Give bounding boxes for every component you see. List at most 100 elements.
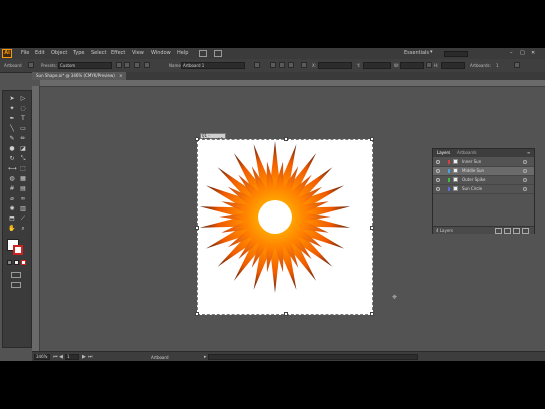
resize-handle-br[interactable]: [370, 312, 374, 316]
gradient-mode-icon[interactable]: [14, 260, 19, 265]
h-field[interactable]: [441, 62, 465, 69]
resize-handle-bottom[interactable]: [284, 312, 288, 316]
menu-effect[interactable]: Effect: [111, 49, 125, 58]
gradient-tool-icon[interactable]: ▤: [19, 185, 27, 192]
zoom-select[interactable]: 346%: [34, 354, 50, 360]
new-layer-icon[interactable]: [513, 228, 520, 234]
resize-handle-tl[interactable]: [195, 137, 199, 141]
artboard-options-menu-icon[interactable]: [514, 62, 520, 68]
previous-artboard-icon[interactable]: ◀: [59, 354, 63, 360]
rotate-tool-icon[interactable]: ↻: [8, 155, 16, 162]
blob-brush-icon[interactable]: ●: [8, 145, 16, 152]
drawing-mode-icon[interactable]: [11, 272, 21, 278]
eyedropper-icon[interactable]: ⌀: [8, 195, 16, 202]
pen-tool-icon[interactable]: ✒: [8, 115, 16, 122]
layer-row[interactable]: Inner Sun: [433, 158, 534, 167]
menu-edit[interactable]: Edit: [35, 49, 45, 58]
resize-handle-tr[interactable]: [370, 137, 374, 141]
make-clipping-mask-icon[interactable]: [495, 228, 502, 234]
minimize-icon[interactable]: –: [510, 49, 513, 58]
close-icon[interactable]: ✕: [531, 49, 535, 58]
zoom-tool-icon[interactable]: ⌕: [19, 225, 27, 232]
perspective-grid-icon[interactable]: ▦: [19, 175, 27, 182]
resize-handle-right[interactable]: [370, 226, 374, 230]
artboard-tool-icon[interactable]: ⬒: [8, 215, 16, 222]
menu-object[interactable]: Object: [51, 49, 67, 58]
trash-icon[interactable]: [522, 228, 529, 234]
y-field[interactable]: [363, 62, 391, 69]
move-copy-artwork-icon[interactable]: [254, 62, 260, 68]
visibility-eye-icon[interactable]: [436, 169, 440, 173]
last-artboard-icon[interactable]: ⏭: [88, 354, 93, 360]
layer-row[interactable]: Outer Spike: [433, 176, 534, 185]
delete-artboard-icon[interactable]: [144, 62, 150, 68]
target-circle-icon[interactable]: [523, 187, 527, 191]
link-icon[interactable]: [426, 62, 432, 68]
none-mode-icon[interactable]: [21, 260, 26, 265]
type-tool-icon[interactable]: T: [19, 115, 27, 122]
reference-point-icon[interactable]: [301, 62, 307, 68]
document-tab[interactable]: Sun Shape.ai* @ 346% (CMYK/Preview) ×: [32, 72, 127, 80]
menu-view[interactable]: View: [132, 49, 144, 58]
direct-selection-icon[interactable]: ▷: [19, 95, 27, 102]
artboard-name-input[interactable]: Artboard 1: [181, 62, 245, 69]
menu-select[interactable]: Select: [91, 49, 106, 58]
stroke-swatch[interactable]: [13, 245, 23, 255]
slice-tool-icon[interactable]: ⟋: [19, 215, 27, 222]
horizontal-scrollbar[interactable]: [208, 354, 418, 360]
pencil-icon[interactable]: ✏: [19, 135, 27, 142]
target-circle-icon[interactable]: [523, 169, 527, 173]
layer-row[interactable]: Middle Sun: [433, 167, 534, 176]
line-tool-icon[interactable]: ╲: [8, 125, 16, 132]
target-circle-icon[interactable]: [523, 160, 527, 164]
maximize-icon[interactable]: □: [520, 49, 525, 58]
resize-handle-top[interactable]: [284, 137, 288, 141]
x-field[interactable]: [318, 62, 352, 69]
selection-tool-icon[interactable]: ➤: [8, 95, 16, 102]
free-transform-icon[interactable]: ⬚: [19, 165, 27, 172]
w-field[interactable]: [400, 62, 424, 69]
visibility-eye-icon[interactable]: [436, 160, 440, 164]
visibility-eye-icon[interactable]: [436, 178, 440, 182]
first-artboard-icon[interactable]: ⏮: [53, 354, 58, 360]
menu-window[interactable]: Window: [151, 49, 171, 58]
eraser-icon[interactable]: ◪: [19, 145, 27, 152]
symbol-sprayer-icon[interactable]: ✺: [8, 205, 16, 212]
bridge-icon[interactable]: [199, 50, 207, 57]
search-input[interactable]: [444, 51, 468, 57]
show-center-mark-icon[interactable]: [270, 62, 276, 68]
target-circle-icon[interactable]: [523, 178, 527, 182]
mesh-tool-icon[interactable]: #: [8, 185, 16, 192]
artboard[interactable]: [195, 137, 374, 316]
panel-menu-icon[interactable]: ≡: [527, 151, 530, 155]
artboard-options-icon[interactable]: [28, 62, 34, 68]
menu-help[interactable]: Help: [177, 49, 188, 58]
new-sublayer-icon[interactable]: [504, 228, 511, 234]
resize-handle-bl[interactable]: [195, 312, 199, 316]
show-cross-hairs-icon[interactable]: [279, 62, 285, 68]
paintbrush-icon[interactable]: ✎: [8, 135, 16, 142]
blend-tool-icon[interactable]: ∞: [19, 195, 27, 202]
color-mode-icon[interactable]: [7, 260, 12, 265]
arrange-documents-icon[interactable]: [214, 50, 222, 57]
column-graph-icon[interactable]: ▥: [19, 205, 27, 212]
rectangle-tool-icon[interactable]: ▭: [19, 125, 27, 132]
next-artboard-icon[interactable]: ▶: [82, 354, 86, 360]
magic-wand-icon[interactable]: ✦: [8, 105, 16, 112]
tab-layers[interactable]: Layers: [437, 151, 450, 155]
horizontal-ruler[interactable]: [40, 80, 545, 87]
chevron-down-icon[interactable]: ▾: [430, 49, 433, 55]
show-safe-areas-icon[interactable]: [288, 62, 294, 68]
portrait-icon[interactable]: [116, 62, 122, 68]
workspace-switcher[interactable]: Essentials: [404, 49, 429, 58]
screen-mode-icon[interactable]: [11, 282, 21, 288]
hand-tool-icon[interactable]: ✋: [8, 225, 16, 232]
status-menu-icon[interactable]: ▸: [204, 354, 207, 360]
close-tab-icon[interactable]: ×: [119, 73, 122, 78]
resize-handle-left[interactable]: [195, 226, 199, 230]
menu-file[interactable]: File: [21, 49, 29, 58]
tab-artboards[interactable]: Artboards: [457, 151, 477, 155]
lasso-icon[interactable]: ◌: [19, 105, 27, 112]
scale-tool-icon[interactable]: ⤡: [19, 155, 27, 162]
presets-select[interactable]: Custom: [58, 62, 112, 69]
